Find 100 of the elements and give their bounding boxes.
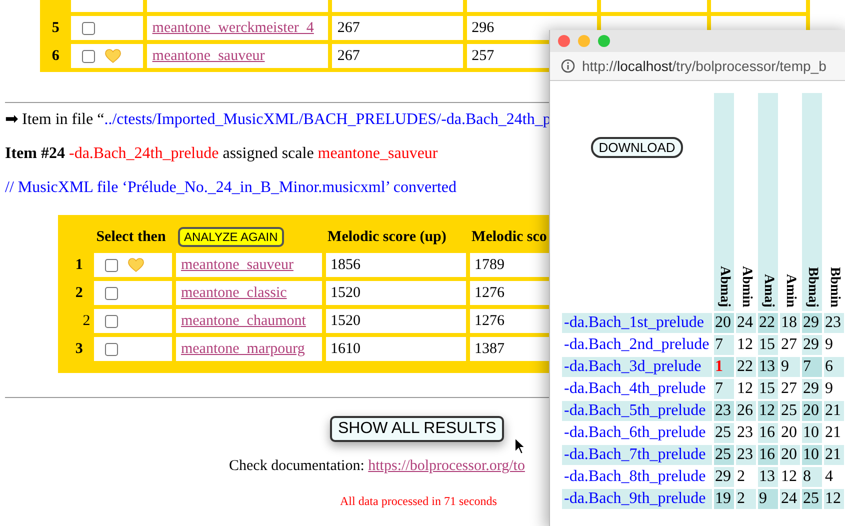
- table-cell-text: 27: [780, 335, 798, 355]
- show-all-results-button[interactable]: SHOW ALL RESULTS: [330, 416, 504, 442]
- table-cell: 9: [780, 357, 800, 377]
- table-cell: 25: [714, 445, 734, 465]
- table-cell: 16: [758, 423, 778, 443]
- table-cell: 10: [802, 445, 822, 465]
- table-cell: 15: [758, 379, 778, 399]
- select-checkbox[interactable]: [82, 50, 96, 63]
- table-cell: 25: [780, 401, 800, 421]
- table-cell: 29: [802, 335, 822, 355]
- column-header: Select then: [96, 228, 166, 244]
- table-cell: 29: [714, 467, 734, 487]
- table-cell: 24: [780, 489, 800, 509]
- table-cell-text: 2: [736, 467, 746, 487]
- table-cell: 1520: [330, 312, 361, 328]
- table-cell: 24: [736, 313, 756, 333]
- rank-number: 6: [50, 46, 60, 66]
- table-cell: 25: [714, 423, 734, 443]
- table-cell: 9: [758, 489, 778, 509]
- column-header: Amaj: [758, 93, 778, 311]
- table-cell: 22: [736, 357, 756, 377]
- select-checkbox[interactable]: [82, 22, 96, 35]
- table-cell: 29: [802, 379, 822, 399]
- table-cell: 1276: [474, 312, 505, 328]
- table-cell: 12: [758, 401, 778, 421]
- table-cell: 1856: [330, 256, 361, 272]
- table-cell: 1789: [474, 256, 505, 272]
- table-cell: 7: [714, 335, 734, 355]
- table-cell: 267: [337, 48, 360, 64]
- table-cell: 1610: [330, 340, 361, 356]
- rank-number: 2: [74, 284, 84, 302]
- table-cell: 21: [824, 401, 844, 421]
- cursor-icon: [514, 437, 526, 455]
- table-cell: 267: [337, 20, 360, 36]
- table-cell-text: 27: [780, 379, 798, 399]
- table-cell: 13: [758, 357, 778, 377]
- table-cell: 1276: [474, 284, 505, 300]
- analyze-again-button[interactable]: ANALYZE AGAIN: [178, 227, 284, 247]
- table-cell-text: 12: [736, 335, 754, 355]
- table-cell-text: 21: [824, 423, 842, 443]
- table-cell: 8: [802, 467, 822, 487]
- table-cell: 21: [824, 445, 844, 465]
- column-header: Amin: [782, 272, 799, 310]
- table-cell: 2: [736, 489, 756, 509]
- select-checkbox[interactable]: [105, 258, 118, 272]
- prelude-link[interactable]: -da.Bach_8th_prelude: [564, 468, 706, 485]
- table-cell: 25: [802, 489, 822, 509]
- column-header: Bbmin: [826, 266, 843, 310]
- table-cell-text: 12: [780, 467, 798, 487]
- prelude-link[interactable]: -da.Bach_6th_prelude: [564, 424, 706, 441]
- table-cell-text: 9: [824, 379, 834, 399]
- select-checkbox[interactable]: [105, 314, 118, 328]
- column-header: Abmaj: [714, 93, 734, 311]
- table-cell: 1387: [474, 340, 505, 356]
- item-file-line: ➡ Item in file “../ctests/Imported_MusicXML/BACH_PRELUDES/-da.Bach_24th_p: [5, 110, 551, 130]
- table-cell: 10: [802, 423, 822, 443]
- table-cell: 13: [758, 467, 778, 487]
- table-cell: 18: [780, 313, 800, 333]
- table-cell: 20: [780, 445, 800, 465]
- table-cell: 26: [736, 401, 756, 421]
- close-icon[interactable]: [558, 35, 570, 47]
- table-cell: 23: [736, 445, 756, 465]
- table-cell-text: 4: [824, 467, 834, 487]
- select-checkbox[interactable]: [105, 342, 118, 356]
- prelude-link[interactable]: -da.Bach_2nd_prelude: [564, 336, 710, 353]
- table-cell: 20: [714, 313, 734, 333]
- info-icon[interactable]: [561, 59, 575, 73]
- table-cell: 1520: [330, 284, 361, 300]
- table-cell: 15: [758, 335, 778, 355]
- column-header: Melodic sco: [472, 228, 547, 244]
- select-checkbox[interactable]: [105, 286, 118, 300]
- table-cell: 23: [714, 401, 734, 421]
- table-cell: 29: [802, 313, 822, 333]
- timing-note: All data processed in 71 seconds: [340, 494, 497, 508]
- column-header: Abmin: [738, 264, 755, 310]
- download-button[interactable]: DOWNLOAD: [590, 136, 684, 158]
- rank-number: 2: [82, 312, 90, 330]
- table-cell-text: 9: [824, 335, 834, 355]
- table-cell-text: 20: [780, 423, 798, 443]
- table-cell: 22: [758, 313, 778, 333]
- table-cell-text: 23: [736, 423, 754, 443]
- table-cell: 7: [714, 379, 734, 399]
- prelude-link[interactable]: -da.Bach_4th_prelude: [564, 380, 706, 397]
- table-cell: 257: [472, 48, 494, 64]
- column-header: Bbmaj: [802, 93, 822, 311]
- table-cell: 296: [472, 20, 494, 36]
- table-cell: 19: [714, 489, 734, 509]
- table-cell: 16: [758, 445, 778, 465]
- table-cell: 7: [802, 357, 822, 377]
- rank-number: 5: [50, 18, 60, 38]
- rank-number: 3: [74, 340, 84, 358]
- table-cell-text: 12: [736, 379, 754, 399]
- conversion-note: // MusicXML file ‘Prélude_No._24_in_B_Minor.musicxml’ converted: [5, 178, 456, 198]
- table-cell: 6: [824, 357, 844, 377]
- column-header: Melodic score (up): [328, 228, 446, 244]
- documentation-label: Check documentation:: [229, 458, 364, 474]
- item-assignment-line: Item #24 -da.Bach_24th_prelude assigned scale meantone_sauveur: [5, 144, 438, 164]
- table-cell: 23: [824, 313, 844, 333]
- documentation-link[interactable]: https://bolprocessor.org/to: [368, 458, 525, 474]
- table-cell: 12: [824, 489, 844, 509]
